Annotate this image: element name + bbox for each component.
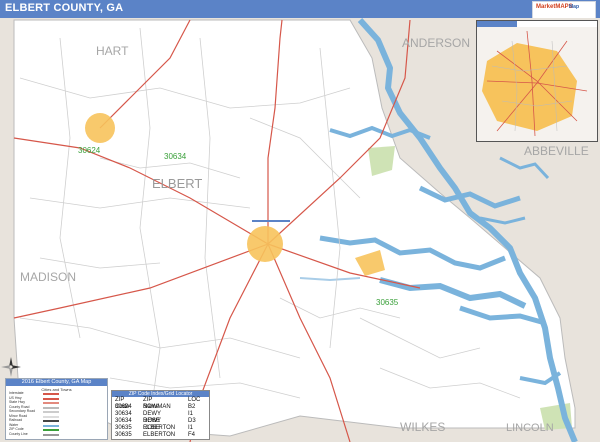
legend-title: 2016 Elbert County, GA Map	[6, 379, 107, 386]
legend-row: Railroad	[9, 418, 105, 423]
inset-locator-icon	[477, 27, 597, 141]
legend-row: County Line	[9, 432, 105, 437]
north-arrow-icon	[1, 357, 21, 377]
zip-30624-area	[85, 113, 115, 143]
brand-suffix: Map	[569, 4, 579, 10]
zip-label-30635: 30635	[376, 298, 399, 307]
county-label-wilkes: WILKES	[400, 420, 446, 434]
zip-code-index: ZIP Code Index/Grid Locator ZIP Code ZIP …	[111, 390, 210, 440]
page-title: ELBERT COUNTY, GA	[5, 2, 124, 14]
zip-30635-area	[247, 226, 283, 262]
inset-map[interactable]	[476, 20, 598, 142]
brand-name: MarketMAPS	[536, 4, 573, 10]
map-legend: 2016 Elbert County, GA Map Cities and To…	[5, 378, 108, 440]
locator-marker	[252, 220, 290, 222]
county-label-abbeville: ABBEVILLE	[524, 144, 589, 158]
title-bar: ELBERT COUNTY, GA MarketMAPS Map	[0, 0, 600, 19]
county-label-elbert: ELBERT	[152, 176, 203, 191]
legend-row: Minor Road	[9, 414, 105, 419]
county-label-madison: MADISON	[20, 270, 77, 284]
county-label-lincoln: LINCOLN	[506, 422, 554, 434]
legend-row: Interstate	[9, 391, 105, 396]
zip-label-30634: 30634	[164, 152, 187, 161]
county-label-hart: HART	[96, 44, 129, 58]
inset-header	[477, 21, 517, 27]
zip-label-30624: 30624	[78, 146, 101, 155]
brand-logo: MarketMAPS Map	[532, 1, 596, 19]
county-label-anderson: ANDERSON	[402, 36, 471, 50]
